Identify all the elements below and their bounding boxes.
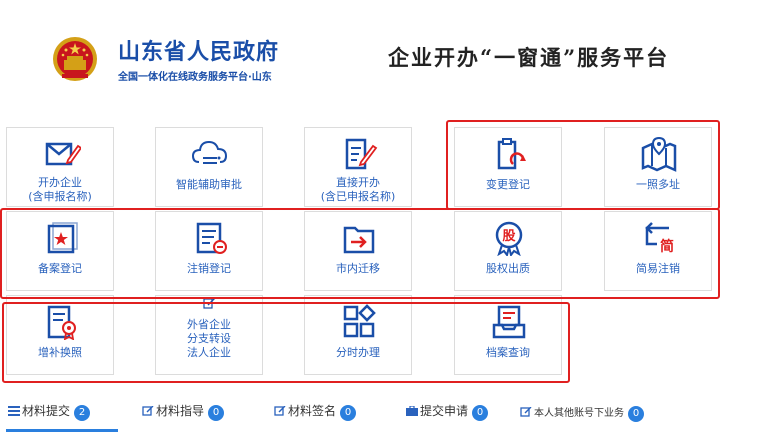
- tile-label: 增补换照: [38, 346, 82, 359]
- count-badge: 0: [628, 406, 644, 422]
- tile-multi-address[interactable]: 一照多址: [604, 127, 712, 207]
- tile-label: 直接开办 (含已申报名称): [320, 176, 396, 203]
- edit-icon: [142, 406, 154, 416]
- tile-label: 股权出质: [486, 262, 530, 275]
- map-pin-icon: [641, 136, 677, 172]
- tile-time-share-processing[interactable]: 分时办理: [304, 295, 412, 375]
- folder-arrow-icon: [343, 226, 375, 254]
- task-tabs: 材料提交 2 材料指导 0 材料签名 0 提交申请 0 本人其他账号下业务 0: [0, 396, 766, 436]
- tile-label: 注销登记: [187, 262, 231, 275]
- tile-label: 分时办理: [336, 346, 380, 359]
- tab-other-accounts[interactable]: 本人其他账号下业务 0: [520, 404, 644, 426]
- tab-material-sign[interactable]: 材料签名 0: [274, 402, 357, 424]
- list-icon: [8, 406, 20, 416]
- tab-submit-application[interactable]: 提交申请 0: [406, 402, 489, 424]
- tile-direct-open[interactable]: 直接开办 (含已申报名称): [304, 127, 412, 207]
- tile-label: 档案查询: [486, 346, 530, 359]
- edit-icon: [274, 406, 286, 416]
- document-minus-icon: [196, 222, 227, 254]
- svg-text:股: 股: [502, 229, 515, 244]
- tile-change-registration[interactable]: 变更登记: [454, 127, 562, 207]
- tile-label: 开办企业 (含申报名称): [28, 176, 92, 203]
- national-emblem-icon: [53, 37, 97, 81]
- tile-open-enterprise[interactable]: 开办企业 (含申报名称): [6, 127, 114, 207]
- government-title: 山东省人民政府: [118, 40, 280, 65]
- tab-label: 材料提交: [22, 404, 71, 418]
- tile-label: 市内迁移: [336, 262, 380, 275]
- return-arrow-icon: 简: [645, 222, 674, 255]
- app-grid-icon: [343, 304, 376, 338]
- document-badge-icon: [47, 305, 76, 340]
- equity-seal-icon: 股: [495, 221, 523, 256]
- envelope-pen-icon: [45, 142, 81, 166]
- svg-text:简: 简: [660, 238, 674, 255]
- tile-city-relocation[interactable]: 市内迁移: [304, 211, 412, 291]
- tab-label: 材料签名: [288, 404, 337, 418]
- tile-archive-query[interactable]: 档案查询: [454, 295, 562, 375]
- count-badge: 0: [472, 405, 489, 421]
- count-badge: 0: [208, 405, 225, 421]
- tab-material-guide[interactable]: 材料指导 0: [142, 402, 225, 424]
- tile-filing-registration[interactable]: 备案登记: [6, 211, 114, 291]
- edit-icon: [520, 407, 532, 417]
- cloud-icon: [191, 140, 228, 164]
- tile-label: 备案登记: [38, 262, 82, 275]
- tile-simple-cancellation[interactable]: 简 简易注销: [604, 211, 712, 291]
- tile-label: 外省企业 分支转设 法人企业: [187, 318, 231, 359]
- tab-label: 本人其他账号下业务: [534, 408, 624, 419]
- government-subtitle: 全国一体化在线政务服务平台·山东: [118, 72, 272, 83]
- archive-tray-icon: [492, 305, 526, 339]
- briefcase-icon: [406, 406, 418, 416]
- platform-title: 企业开办“一窗通”服务平台: [388, 45, 670, 70]
- active-tab-indicator: [6, 429, 118, 432]
- tile-equity-pledge[interactable]: 股 股权出质: [454, 211, 562, 291]
- tab-label: 材料指导: [156, 404, 205, 418]
- document-pen-icon: [345, 138, 378, 170]
- page-header: 山东省人民政府 全国一体化在线政务服务平台·山东 企业开办“一窗通”服务平台: [0, 0, 766, 110]
- certificate-star-icon: [47, 222, 78, 254]
- count-badge: 2: [74, 405, 91, 421]
- tab-material-submit[interactable]: 材料提交 2: [8, 402, 91, 424]
- tile-license-replacement[interactable]: 增补换照: [6, 295, 114, 375]
- pencil-icon: [203, 297, 216, 309]
- tile-smart-approval[interactable]: 智能辅助审批: [155, 127, 263, 207]
- count-badge: 0: [340, 405, 357, 421]
- tile-label: 变更登记: [486, 178, 530, 191]
- clipboard-refresh-icon: [497, 138, 526, 170]
- tab-label: 提交申请: [420, 404, 469, 418]
- tile-cancellation-registration[interactable]: 注销登记: [155, 211, 263, 291]
- tile-label: 一照多址: [636, 178, 680, 191]
- tile-label: 智能辅助审批: [176, 178, 242, 191]
- tile-out-of-province-branch[interactable]: 外省企业 分支转设 法人企业: [155, 295, 263, 375]
- tile-label: 简易注销: [636, 262, 680, 275]
